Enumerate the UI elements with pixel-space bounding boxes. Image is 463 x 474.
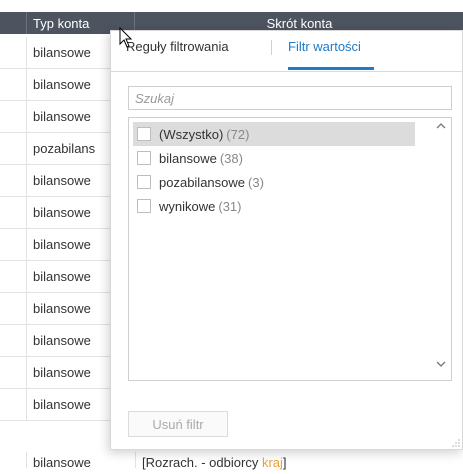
- item-label: pozabilansowe: [159, 174, 246, 190]
- checkbox[interactable]: [137, 151, 151, 165]
- row-selector[interactable]: [0, 101, 27, 132]
- chevron-down-icon[interactable]: [431, 358, 451, 378]
- resize-grip-icon[interactable]: [452, 439, 460, 447]
- item-label: (Wszystko): [159, 126, 224, 142]
- list-item[interactable]: pozabilansowe (3): [133, 170, 415, 194]
- row-selector[interactable]: [0, 133, 27, 164]
- item-count: (72): [226, 126, 250, 142]
- header-typ-konta-label: Typ konta: [33, 15, 90, 31]
- row-selector[interactable]: [0, 229, 27, 260]
- item-label: wynikowe: [159, 198, 216, 214]
- list-scrollbar[interactable]: [431, 118, 451, 380]
- list-item[interactable]: (Wszystko) (72): [133, 122, 415, 146]
- clear-filter-button[interactable]: Usuń filtr: [128, 411, 228, 437]
- tab-value-filter[interactable]: Filtr wartości: [288, 39, 361, 54]
- tab-filter-rules[interactable]: Reguły filtrowania: [126, 39, 229, 54]
- value-list: (Wszystko) (72) bilansowe (38) pozabilan…: [128, 117, 452, 381]
- checkbox[interactable]: [137, 199, 151, 213]
- header-skrot-konta-label: Skrót konta: [266, 15, 333, 31]
- mouse-cursor-icon: [119, 26, 133, 49]
- item-label: bilansowe: [159, 150, 217, 166]
- row-selector[interactable]: [0, 389, 27, 420]
- row-selector[interactable]: [0, 197, 27, 228]
- chevron-up-icon[interactable]: [431, 120, 451, 140]
- filter-tabs: Reguły filtrowania Filtr wartości: [111, 31, 462, 72]
- item-count: (38): [219, 150, 243, 166]
- tab-separator: [271, 40, 272, 55]
- list-item[interactable]: wynikowe (31): [133, 194, 415, 218]
- cell-typ-konta[interactable]: bilansowe: [27, 452, 136, 468]
- item-count: (3): [248, 174, 264, 190]
- table-row[interactable]: bilansowe [Rozrach. - odbiorcy kraj]: [0, 452, 463, 470]
- checkbox[interactable]: [137, 175, 151, 189]
- row-selector[interactable]: [0, 452, 27, 468]
- list-item[interactable]: bilansowe (38): [133, 146, 415, 170]
- cell-skrot-konta[interactable]: [Rozrach. - odbiorcy kraj]: [142, 452, 287, 474]
- row-selector[interactable]: [0, 37, 27, 68]
- item-count: (31): [218, 198, 242, 214]
- row-selector[interactable]: [0, 165, 27, 196]
- search-input[interactable]: [128, 86, 452, 110]
- row-selector[interactable]: [0, 357, 27, 388]
- row-selector[interactable]: [0, 261, 27, 292]
- header-select-column: [0, 12, 27, 34]
- filter-popup: Reguły filtrowania Filtr wartości (Wszys…: [110, 30, 463, 450]
- active-tab-indicator: [288, 67, 374, 70]
- checkbox[interactable]: [137, 127, 151, 141]
- row-selector[interactable]: [0, 293, 27, 324]
- row-selector[interactable]: [0, 325, 27, 356]
- row-selector[interactable]: [0, 69, 27, 100]
